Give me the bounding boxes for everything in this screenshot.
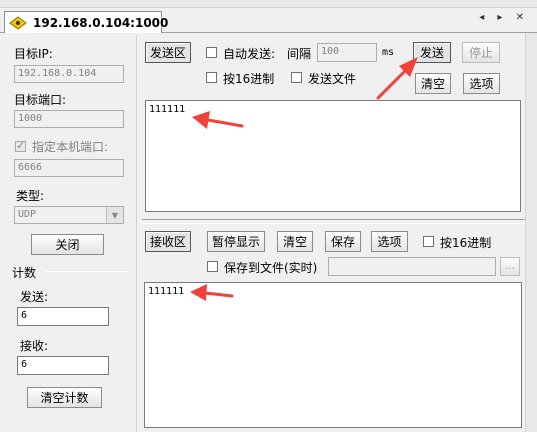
- arrow-send-button: [376, 57, 418, 100]
- annotation-arrows: [190, 57, 418, 301]
- arrow-recv-content: [190, 284, 234, 301]
- arrow-send-content: [192, 111, 244, 129]
